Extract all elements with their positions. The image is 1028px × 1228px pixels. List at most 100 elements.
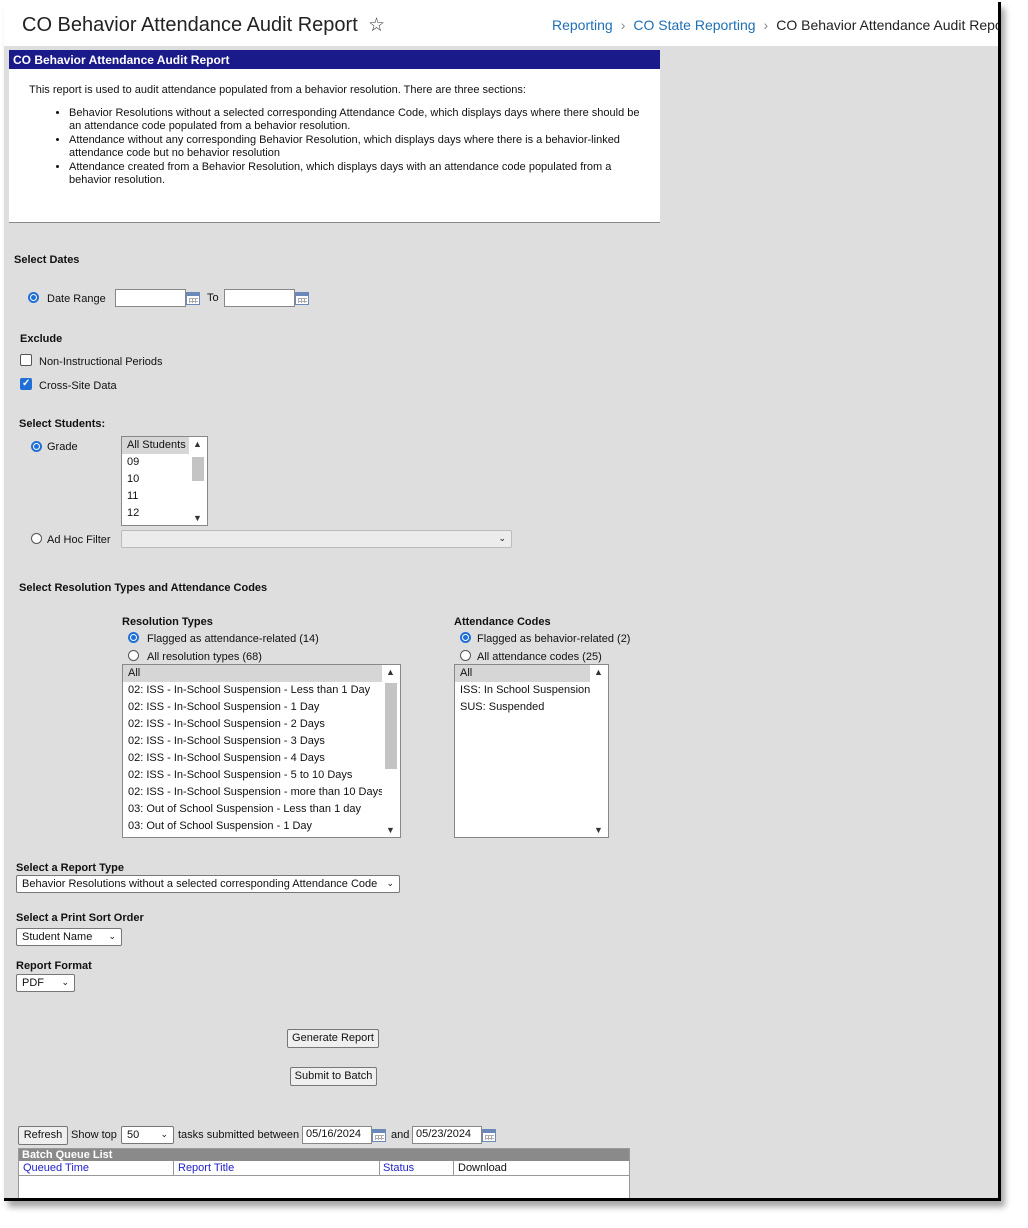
scroll-up-icon[interactable]: ▲ <box>594 667 603 677</box>
resolution-type-option[interactable]: 02: ISS - In-School Suspension - 2 Days <box>123 716 400 733</box>
column-download: Download <box>458 1162 507 1174</box>
queue-end-date-input[interactable]: 05/23/2024 <box>412 1126 482 1144</box>
batch-queue-title: Batch Queue List <box>19 1149 629 1161</box>
chevron-down-icon: ⌄ <box>108 931 116 941</box>
scroll-thumb[interactable] <box>385 683 397 769</box>
flagged-behavior-label: Flagged as behavior-related (2) <box>477 633 631 645</box>
task-count-select[interactable]: 50 ⌄ <box>121 1126 174 1144</box>
exclude-heading: Exclude <box>20 333 63 345</box>
and-label: and <box>391 1129 410 1141</box>
adhoc-filter-radio[interactable] <box>31 533 42 544</box>
non-instructional-label: Non-Instructional Periods <box>39 356 163 368</box>
scroll-down-icon[interactable]: ▼ <box>193 513 202 523</box>
column-report-title[interactable]: Report Title <box>178 1162 234 1174</box>
scroll-up-icon[interactable]: ▲ <box>193 439 202 449</box>
attendance-codes-scrollbar[interactable]: ▲ ▼ <box>590 665 608 837</box>
sort-order-value: Student Name <box>22 931 93 943</box>
description-bullet: Attendance without any corresponding Beh… <box>69 134 649 160</box>
description-intro: This report is used to audit attendance … <box>29 84 526 96</box>
resolution-type-option[interactable]: All <box>123 665 400 682</box>
select-students-heading: Select Students: <box>19 418 106 430</box>
breadcrumb-co-state-reporting[interactable]: CO State Reporting <box>633 17 755 33</box>
refresh-button[interactable]: Refresh <box>18 1126 68 1145</box>
chevron-down-icon: ⌄ <box>498 533 506 543</box>
column-divider <box>453 1161 454 1175</box>
cross-site-checkbox[interactable] <box>20 378 32 390</box>
resolution-types-listbox[interactable]: All 02: ISS - In-School Suspension - Les… <box>122 664 401 838</box>
report-description: CO Behavior Attendance Audit Report This… <box>9 50 660 223</box>
resolution-type-option[interactable]: 02: ISS - In-School Suspension - Less th… <box>123 682 400 699</box>
chevron-right-icon: › <box>620 17 626 33</box>
report-format-value: PDF <box>22 977 44 989</box>
grade-listbox[interactable]: All Students 09 10 11 12 ▲ ▼ <box>121 436 208 526</box>
attendance-code-option[interactable]: SUS: Suspended <box>455 699 608 716</box>
column-status[interactable]: Status <box>383 1162 414 1174</box>
chevron-down-icon: ⌄ <box>160 1129 168 1139</box>
resolution-type-option[interactable]: 02: ISS - In-School Suspension - 1 Day <box>123 699 400 716</box>
batch-queue-header: Queued Time Report Title Status Download <box>19 1161 629 1176</box>
flagged-attendance-label: Flagged as attendance-related (14) <box>147 633 319 645</box>
to-label: To <box>207 292 219 304</box>
attendance-codes-heading: Attendance Codes <box>454 616 551 628</box>
attendance-codes-listbox[interactable]: All ISS: In School Suspension SUS: Suspe… <box>454 664 609 838</box>
end-date-input[interactable] <box>224 289 295 307</box>
date-range-radio[interactable] <box>28 292 39 303</box>
all-resolution-types-radio[interactable] <box>128 650 139 661</box>
grade-scrollbar[interactable]: ▲ ▼ <box>189 437 207 525</box>
header-bar: CO Behavior Attendance Audit Report ☆ Re… <box>4 2 998 46</box>
attendance-code-option[interactable]: ISS: In School Suspension <box>455 682 608 699</box>
flagged-attendance-radio[interactable] <box>128 632 139 643</box>
generate-report-button[interactable]: Generate Report <box>287 1029 379 1048</box>
flagged-behavior-radio[interactable] <box>460 632 471 643</box>
resolution-type-option[interactable]: 02: ISS - In-School Suspension - 3 Days <box>123 733 400 750</box>
resolution-types-heading: Resolution Types <box>122 616 213 628</box>
report-type-value: Behavior Resolutions without a selected … <box>22 878 378 890</box>
chevron-down-icon: ⌄ <box>386 878 394 888</box>
resolution-type-option[interactable]: 03: Out of School Suspension - Less than… <box>123 801 400 818</box>
task-count-value: 50 <box>127 1129 140 1141</box>
column-queued-time[interactable]: Queued Time <box>23 1162 89 1174</box>
scroll-thumb[interactable] <box>192 457 204 481</box>
all-resolution-types-label: All resolution types (68) <box>147 651 262 663</box>
favorite-star-icon[interactable]: ☆ <box>368 14 385 37</box>
chevron-right-icon: › <box>763 17 769 33</box>
adhoc-filter-label: Ad Hoc Filter <box>47 534 111 546</box>
grade-radio[interactable] <box>31 441 42 452</box>
select-dates-heading: Select Dates <box>14 254 80 266</box>
chevron-down-icon: ⌄ <box>61 977 69 987</box>
start-date-input[interactable] <box>115 289 186 307</box>
report-type-heading: Select a Report Type <box>16 862 124 874</box>
sort-order-select[interactable]: Student Name ⌄ <box>16 928 122 946</box>
scroll-down-icon[interactable]: ▼ <box>594 825 603 835</box>
resolution-type-option[interactable]: 03: Out of School Suspension - 1 Day <box>123 818 400 835</box>
calendar-icon[interactable] <box>295 292 309 305</box>
calendar-icon[interactable] <box>372 1129 386 1142</box>
grade-label: Grade <box>47 441 78 453</box>
date-range-label: Date Range <box>47 293 106 305</box>
resolution-type-option[interactable]: 02: ISS - In-School Suspension - 5 to 10… <box>123 767 400 784</box>
batch-queue-list: Batch Queue List Queued Time Report Titl… <box>18 1148 630 1198</box>
non-instructional-checkbox[interactable] <box>20 354 32 366</box>
resolution-type-option[interactable]: 02: ISS - In-School Suspension - more th… <box>123 784 400 801</box>
scroll-up-icon[interactable]: ▲ <box>386 667 395 677</box>
adhoc-filter-select[interactable]: ⌄ <box>121 530 512 548</box>
submit-to-batch-button[interactable]: Submit to Batch <box>290 1067 377 1086</box>
resolution-type-option[interactable]: 02: ISS - In-School Suspension - 4 Days <box>123 750 400 767</box>
all-attendance-codes-radio[interactable] <box>460 650 471 661</box>
column-divider <box>173 1161 174 1175</box>
breadcrumb-reporting[interactable]: Reporting <box>552 17 613 33</box>
report-format-select[interactable]: PDF ⌄ <box>16 974 75 992</box>
report-type-select[interactable]: Behavior Resolutions without a selected … <box>16 875 400 893</box>
description-bullet: Behavior Resolutions without a selected … <box>69 107 649 133</box>
tasks-submitted-label: tasks submitted between <box>178 1129 300 1141</box>
resolution-types-scrollbar[interactable]: ▲ ▼ <box>382 665 400 837</box>
scroll-down-icon[interactable]: ▼ <box>386 825 395 835</box>
description-bullet: Attendance created from a Behavior Resol… <box>69 161 649 187</box>
calendar-icon[interactable] <box>186 292 200 305</box>
show-top-label: Show top <box>71 1129 117 1141</box>
cross-site-label: Cross-Site Data <box>39 380 117 392</box>
attendance-code-option[interactable]: All <box>455 665 608 682</box>
calendar-icon[interactable] <box>482 1129 496 1142</box>
resolution-section-heading: Select Resolution Types and Attendance C… <box>19 582 268 594</box>
queue-start-date-input[interactable]: 05/16/2024 <box>302 1126 372 1144</box>
